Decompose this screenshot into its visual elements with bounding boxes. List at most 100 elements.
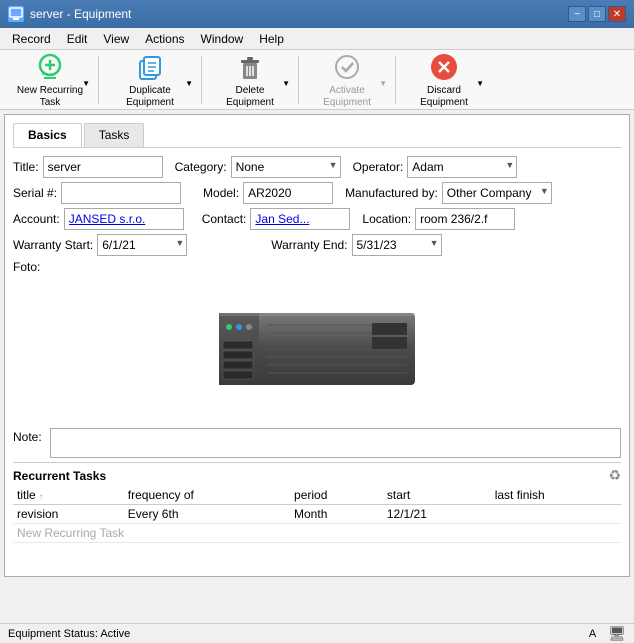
menu-actions[interactable]: Actions	[137, 30, 192, 48]
new-row-placeholder: New Recurring Task	[13, 524, 621, 543]
menu-help[interactable]: Help	[251, 30, 292, 48]
discard-icon	[428, 51, 460, 83]
duplicate-dropdown-arrow[interactable]: ▼	[185, 79, 193, 88]
table-header-row: title ↑ frequency of period start last f…	[13, 486, 621, 505]
title-field-group: Title:	[13, 156, 163, 178]
model-input[interactable]	[243, 182, 333, 204]
server-svg	[217, 305, 417, 393]
discard-dropdown-arrow[interactable]: ▼	[476, 79, 484, 88]
col-frequency: frequency of	[124, 486, 290, 505]
row-period: Month	[290, 505, 383, 524]
account-label: Account:	[13, 212, 60, 226]
table-row[interactable]: revision Every 6th Month 12/1/21	[13, 505, 621, 524]
new-task-icon	[34, 51, 66, 83]
menu-window[interactable]: Window	[193, 30, 252, 48]
form-row-4: Warranty Start: 6/1/21 ▼ Warranty End: 5…	[13, 234, 621, 256]
model-label: Model:	[203, 186, 239, 200]
tab-bar: Basics Tasks	[13, 123, 621, 148]
activate-dropdown-arrow: ▼	[379, 79, 387, 88]
menu-bar: Record Edit View Actions Window Help	[0, 28, 634, 50]
category-select[interactable]: None	[231, 156, 341, 178]
tab-tasks[interactable]: Tasks	[84, 123, 145, 147]
serial-label: Serial #:	[13, 186, 57, 200]
foto-area	[13, 274, 621, 424]
duplicate-equipment-label: Duplicate Equipment	[112, 85, 188, 109]
foto-section: Foto:	[13, 260, 621, 424]
serial-field-group: Serial #:	[13, 182, 181, 204]
col-last-finish: last finish	[491, 486, 621, 505]
new-task-dropdown-arrow[interactable]: ▼	[82, 79, 90, 88]
row-start: 12/1/21	[383, 505, 491, 524]
minimize-button[interactable]: −	[568, 6, 586, 22]
menu-edit[interactable]: Edit	[59, 30, 96, 48]
duplicate-icon	[134, 51, 166, 83]
equipment-status: Equipment Status: Active	[8, 628, 130, 640]
manufactured-select[interactable]: Other Company	[442, 182, 552, 204]
separator-4	[395, 56, 396, 104]
activate-equipment-label: Activate Equipment	[312, 85, 382, 109]
contact-label: Contact:	[202, 212, 247, 226]
operator-select[interactable]: Adam	[407, 156, 517, 178]
col-start: start	[383, 486, 491, 505]
model-field-group: Model:	[185, 182, 333, 204]
manufactured-field-group: Manufactured by: Other Company ▼	[337, 182, 552, 204]
duplicate-equipment-button[interactable]: Duplicate Equipment	[103, 54, 197, 106]
monitor-icon: 🖥	[608, 625, 626, 642]
warranty-start-select[interactable]: 6/1/21	[97, 234, 187, 256]
warranty-end-group: Warranty End: 5/31/23 ▼	[271, 234, 441, 256]
row-last-finish	[491, 505, 621, 524]
form-row-3: Account: Contact: Location:	[13, 208, 621, 230]
activate-equipment-button: Activate Equipment	[303, 54, 391, 106]
operator-field-group: Operator: Adam ▼	[345, 156, 518, 178]
note-section: Note:	[13, 428, 621, 458]
close-button[interactable]: ✕	[608, 6, 626, 22]
maximize-button[interactable]: □	[588, 6, 606, 22]
title-bar: server - Equipment − □ ✕	[0, 0, 634, 28]
warranty-start-group: Warranty Start: 6/1/21 ▼	[13, 234, 187, 256]
location-label: Location:	[362, 212, 411, 226]
account-input[interactable]	[64, 208, 184, 230]
new-recurring-task-button[interactable]: New Recurring Task	[6, 54, 94, 106]
title-input[interactable]	[43, 156, 163, 178]
location-field-group: Location:	[354, 208, 515, 230]
contact-field-group: Contact:	[188, 208, 351, 230]
category-field-group: Category: None ▼	[167, 156, 341, 178]
status-center-indicator: A	[589, 628, 596, 640]
account-field-group: Account:	[13, 208, 184, 230]
note-label: Note:	[13, 428, 42, 444]
delete-icon	[234, 51, 266, 83]
recurrent-tasks-title: Recurrent Tasks	[13, 469, 106, 483]
foto-label: Foto:	[13, 260, 40, 274]
sort-arrow-title: ↑	[39, 492, 43, 501]
location-input[interactable]	[415, 208, 515, 230]
discard-equipment-button[interactable]: Discard Equipment	[400, 54, 488, 106]
toolbar: New Recurring Task ▼ Duplicate Equipment…	[0, 50, 634, 110]
task-table: title ↑ frequency of period start last f…	[13, 486, 621, 543]
warranty-start-label: Warranty Start:	[13, 238, 93, 252]
menu-record[interactable]: Record	[4, 30, 59, 48]
operator-label: Operator:	[353, 160, 404, 174]
note-textarea[interactable]	[50, 428, 621, 458]
warranty-end-label: Warranty End:	[271, 238, 347, 252]
category-label: Category:	[175, 160, 227, 174]
status-right: A 🖥	[589, 625, 626, 642]
new-recurring-task-label: New Recurring Task	[15, 85, 85, 109]
form-row-1: Title: Category: None ▼ Operator: Adam ▼	[13, 156, 621, 178]
tab-basics[interactable]: Basics	[13, 123, 82, 147]
serial-input[interactable]	[61, 182, 181, 204]
warranty-end-select[interactable]: 5/31/23	[352, 234, 442, 256]
title-label: Title:	[13, 160, 39, 174]
recurrent-tasks-icon: ♻	[608, 467, 621, 484]
separator-1	[98, 56, 99, 104]
row-frequency: Every 6th	[124, 505, 290, 524]
server-image	[217, 305, 417, 393]
menu-view[interactable]: View	[95, 30, 137, 48]
delete-equipment-label: Delete Equipment	[215, 85, 285, 109]
delete-equipment-button[interactable]: Delete Equipment	[206, 54, 294, 106]
separator-2	[201, 56, 202, 104]
discard-equipment-label: Discard Equipment	[409, 85, 479, 109]
recurrent-tasks-header: Recurrent Tasks ♻	[13, 462, 621, 484]
new-row[interactable]: New Recurring Task	[13, 524, 621, 543]
delete-dropdown-arrow[interactable]: ▼	[282, 79, 290, 88]
contact-input[interactable]	[250, 208, 350, 230]
